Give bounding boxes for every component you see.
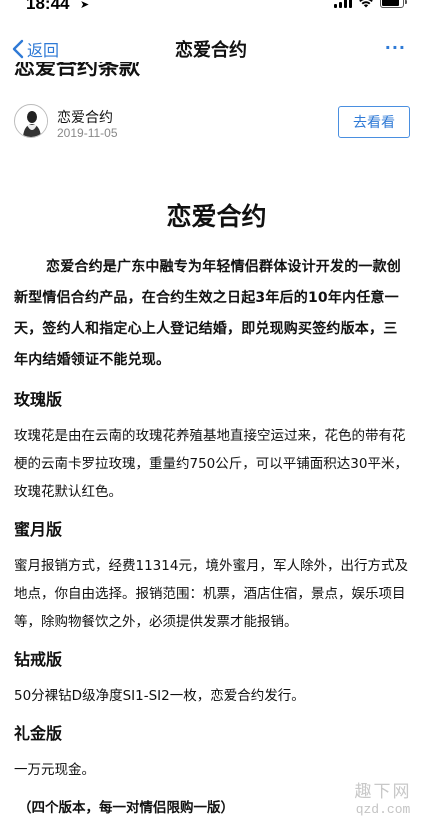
section-text-honeymoon: 蜜月报销方式，经费11314元，境外蜜月，军人除外，出行方式及地点，你自由选择。… (14, 558, 408, 630)
section-text-ring: 50分裸钻D级净度SI1-SI2一枚，恋爱合约发行。 (14, 688, 305, 704)
watermark-top: 趣下网 (354, 782, 412, 802)
location-arrow-icon: ➤ (80, 0, 90, 11)
nav-title: 恋爱合约 (175, 40, 247, 60)
article-title-text: 恋爱合约条款 (14, 62, 140, 79)
section-heading-rose: 玫瑰版 (14, 390, 63, 409)
status-bar: 18:44 ➤ (0, 0, 422, 18)
section-text-rose: 玫瑰花是由在云南的玫瑰花养殖基地直接空运过来，花色的带有花梗的云南卡罗拉玫瑰，重… (14, 428, 408, 500)
watermark-logo: 趣下网 qzd.com (348, 782, 418, 822)
section-heading-ring: 钻戒版 (14, 650, 63, 669)
avatar[interactable] (14, 104, 48, 138)
article-content: 恋爱合约 恋爱合约是广东中融专为年轻情侣群体设计开发的一款创新型情侣合约产品，在… (14, 198, 410, 820)
avatar-figure-icon (16, 106, 47, 137)
visit-button[interactable]: 去看看 (338, 106, 410, 138)
section-text-cash: 一万元现金。 (14, 762, 95, 778)
doc-title: 恋爱合约 (166, 202, 267, 231)
article-title: 恋爱合约条款 (14, 62, 140, 80)
author-row: 恋爱合约 2019-11-05 去看看 (14, 104, 410, 144)
section-heading-cash: 礼金版 (14, 724, 63, 743)
section-heading-honeymoon: 蜜月版 (14, 520, 63, 539)
author-name[interactable]: 恋爱合约 (57, 107, 113, 127)
status-icons (334, 0, 407, 8)
publish-date: 2019-11-05 (57, 126, 118, 140)
more-button[interactable]: ··· (385, 38, 406, 57)
intro-paragraph: 恋爱合约是广东中融专为年轻情侣群体设计开发的一款创新型情侣合约产品，在合约生效之… (14, 259, 401, 368)
wifi-icon (359, 0, 373, 8)
battery-icon (380, 0, 407, 8)
signal-icon (334, 0, 352, 8)
status-time: 18:44 (26, 0, 70, 13)
watermark-bottom: qzd.com (355, 802, 411, 817)
